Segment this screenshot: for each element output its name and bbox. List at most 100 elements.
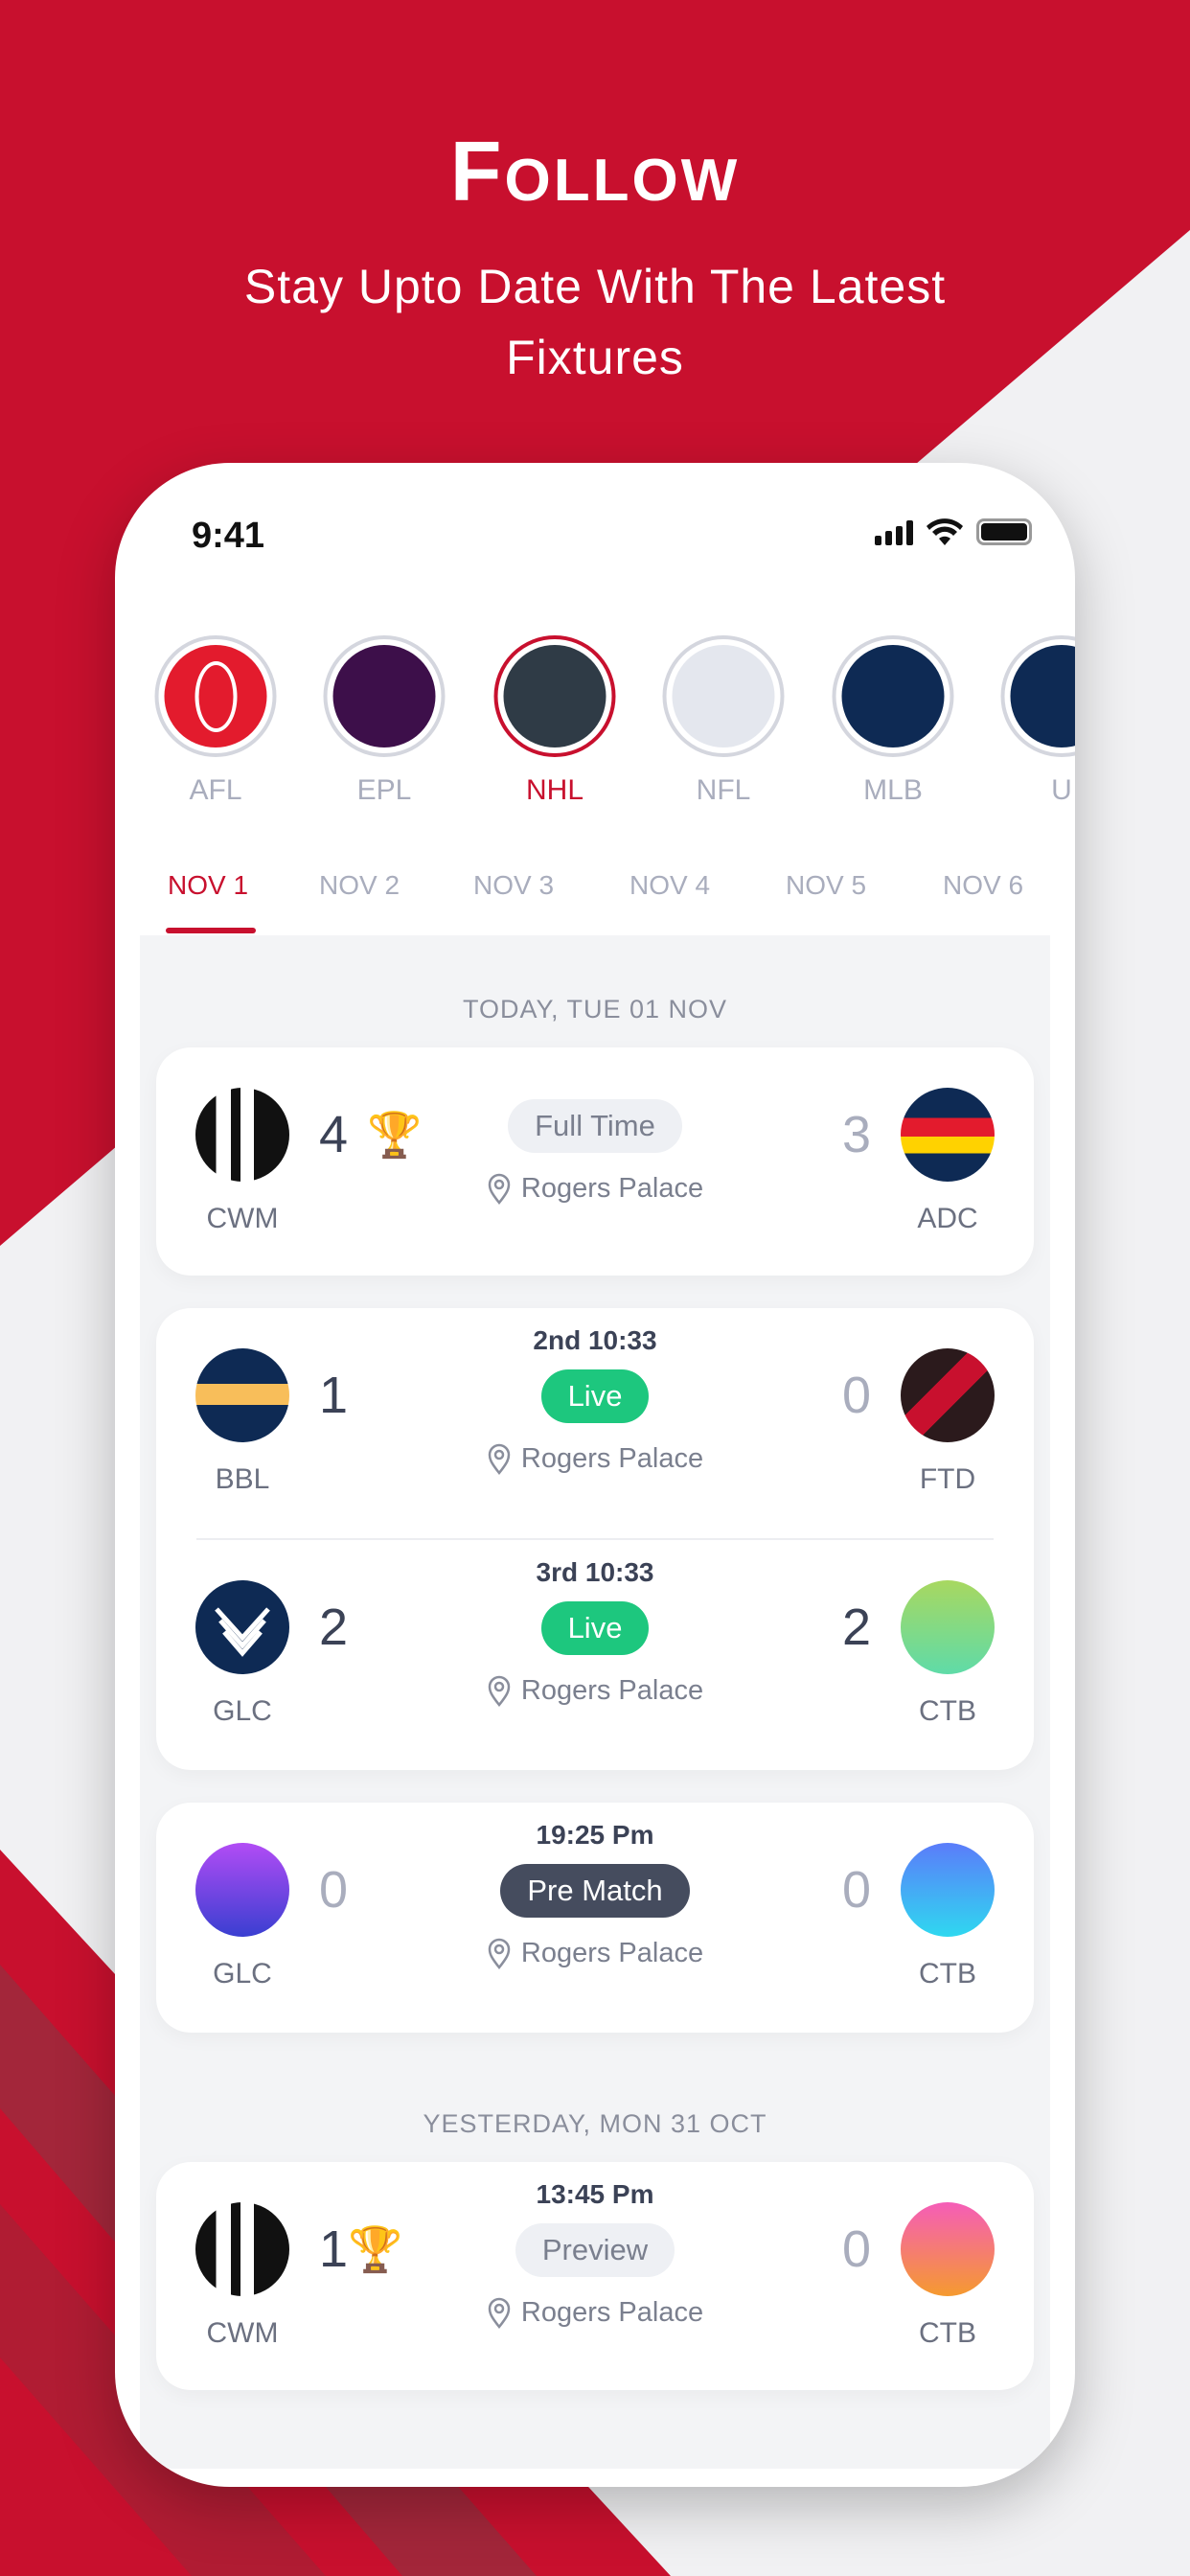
team-name: CTB <box>919 1958 976 1990</box>
home-team: CWM <box>185 1088 300 1235</box>
home-team: GLC <box>185 1843 300 1990</box>
match-period: 19:25 Pm <box>536 1820 654 1850</box>
status-badge: Live <box>540 1601 650 1655</box>
away-team: CTB <box>890 1580 1005 1728</box>
team-logo-icon <box>901 1580 995 1674</box>
home-score: 4 <box>319 1106 349 1163</box>
home-team: CWM <box>185 2202 300 2350</box>
team-logo-icon <box>901 2202 995 2296</box>
team-name: BBL <box>215 1463 270 1495</box>
league-logo-icon <box>662 635 785 757</box>
status-badge: Pre Match <box>500 1864 690 1918</box>
team-name: CTB <box>919 1695 976 1727</box>
away-team: CTB <box>890 1843 1005 1990</box>
away-team: ADC <box>890 1088 1005 1235</box>
home-score: 2 <box>319 1598 349 1656</box>
match-info: 19:25 Pm Pre Match Rogers Palace <box>451 1820 739 1969</box>
away-score: 3 <box>841 1106 871 1163</box>
match-card[interactable]: CWM 1 🏆 13:45 Pm Preview Rogers Palace 0… <box>156 2162 1034 2390</box>
location-pin-icon <box>488 1173 511 1205</box>
home-team: BBL <box>185 1348 300 1496</box>
team-logo-icon <box>195 1580 289 1674</box>
match-period: 3rd 10:33 <box>536 1557 654 1587</box>
home-score: 1 <box>319 2220 349 2278</box>
away-score: 0 <box>841 2220 871 2278</box>
league-label: NHL <box>525 774 584 806</box>
location-pin-icon <box>488 1675 511 1707</box>
match-row[interactable]: CWM 4 🏆 Full Time Rogers Palace 3 ADC <box>156 1047 1034 1277</box>
away-team: FTD <box>890 1348 1005 1496</box>
venue: Rogers Palace <box>451 1442 739 1475</box>
venue-name: Rogers Palace <box>520 1442 704 1474</box>
home-score: 1 <box>319 1367 349 1424</box>
match-row[interactable]: CWM 1 🏆 13:45 Pm Preview Rogers Palace 0… <box>156 2162 1034 2392</box>
venue-name: Rogers Palace <box>520 1172 704 1204</box>
league-logo-icon <box>154 635 277 757</box>
match-info: 2nd 10:33 Live Rogers Palace <box>451 1325 739 1475</box>
match-period: 2nd 10:33 <box>533 1325 657 1355</box>
venue-name: Rogers Palace <box>520 2296 704 2328</box>
fixtures-list[interactable]: TODAY, TUE 01 NOV CWM 4 🏆 Full Time Roge… <box>140 935 1050 2469</box>
away-team: CTB <box>890 2202 1005 2350</box>
location-pin-icon <box>488 1938 511 1969</box>
team-name: CTB <box>919 2317 976 2349</box>
status-badge: Live <box>540 1369 650 1423</box>
league-nhl[interactable]: NHL <box>493 635 616 807</box>
match-row[interactable]: GLC 2 3rd 10:33 Live Rogers Palace 2 CTB <box>156 1540 1034 1770</box>
team-name: FTD <box>919 1463 976 1495</box>
league-label: AFL <box>189 774 242 806</box>
trophy-icon: 🏆 <box>348 2224 403 2274</box>
league-mlb[interactable]: MLB <box>832 635 954 807</box>
team-name: CWM <box>206 2317 279 2349</box>
league-epl[interactable]: EPL <box>323 635 446 807</box>
team-logo-icon <box>195 1088 289 1182</box>
league-afl[interactable]: AFL <box>154 635 277 807</box>
section-heading: TODAY, TUE 01 NOV <box>462 995 728 1024</box>
status-badge: Preview <box>515 2223 675 2277</box>
status-badge: Full Time <box>508 1099 682 1153</box>
active-tab-indicator <box>166 928 256 933</box>
section-heading: YESTERDAY, MON 31 OCT <box>423 2109 767 2138</box>
league-logo-icon <box>323 635 446 757</box>
league-u[interactable]: U <box>1000 635 1075 807</box>
location-pin-icon <box>488 2297 511 2329</box>
team-logo-icon <box>195 1348 289 1442</box>
league-logo-icon <box>832 635 954 757</box>
match-card[interactable]: BBL 1 2nd 10:33 Live Rogers Palace 0 FTD… <box>156 1308 1034 1770</box>
match-card[interactable]: CWM 4 🏆 Full Time Rogers Palace 3 ADC <box>156 1047 1034 1276</box>
match-row[interactable]: GLC 0 19:25 Pm Pre Match Rogers Palace 0… <box>156 1803 1034 2033</box>
tab-date[interactable]: NOV 1 <box>168 870 248 901</box>
match-info: 13:45 Pm Preview Rogers Palace <box>451 2179 739 2329</box>
match-row[interactable]: BBL 1 2nd 10:33 Live Rogers Palace 0 FTD <box>156 1308 1034 1538</box>
home-team: GLC <box>185 1580 300 1728</box>
wifi-icon <box>927 518 963 545</box>
venue-name: Rogers Palace <box>520 1674 704 1706</box>
hero-subtitle: Stay Upto Date With The Latest Fixtures <box>243 260 947 384</box>
team-name: CWM <box>206 1203 279 1234</box>
tab-date[interactable]: NOV 4 <box>629 870 710 901</box>
away-score: 0 <box>841 1861 871 1919</box>
venue: Rogers Palace <box>451 1674 739 1707</box>
team-logo-icon <box>195 1843 289 1937</box>
date-tabs: NOV 1 NOV 2 NOV 3 NOV 4 NOV 5 NOV 6 <box>115 870 1075 933</box>
venue-name: Rogers Palace <box>520 1937 704 1968</box>
league-logo-icon <box>493 635 616 757</box>
team-name: ADC <box>917 1203 978 1234</box>
trophy-icon: 🏆 <box>367 1110 423 1160</box>
match-info: Full Time Rogers Palace <box>451 1086 739 1205</box>
match-card[interactable]: GLC 0 19:25 Pm Pre Match Rogers Palace 0… <box>156 1803 1034 2033</box>
team-name: GLC <box>213 1958 272 1990</box>
venue: Rogers Palace <box>451 2296 739 2329</box>
tab-date[interactable]: NOV 3 <box>473 870 554 901</box>
tab-date[interactable]: NOV 5 <box>786 870 866 901</box>
battery-icon <box>976 518 1032 545</box>
phone-frame: 9:41 AFL EPL NHL NFL MLB U NOV 1 NOV 2 NOV 3 NOV… <box>115 463 1075 2487</box>
league-nfl[interactable]: NFL <box>662 635 785 807</box>
league-label: EPL <box>356 774 412 806</box>
team-logo-icon <box>195 2202 289 2296</box>
match-info: 3rd 10:33 Live Rogers Palace <box>451 1557 739 1707</box>
tab-date[interactable]: NOV 2 <box>319 870 400 901</box>
league-label: MLB <box>863 774 923 806</box>
away-score: 2 <box>841 1598 871 1656</box>
tab-date[interactable]: NOV 6 <box>943 870 1023 901</box>
